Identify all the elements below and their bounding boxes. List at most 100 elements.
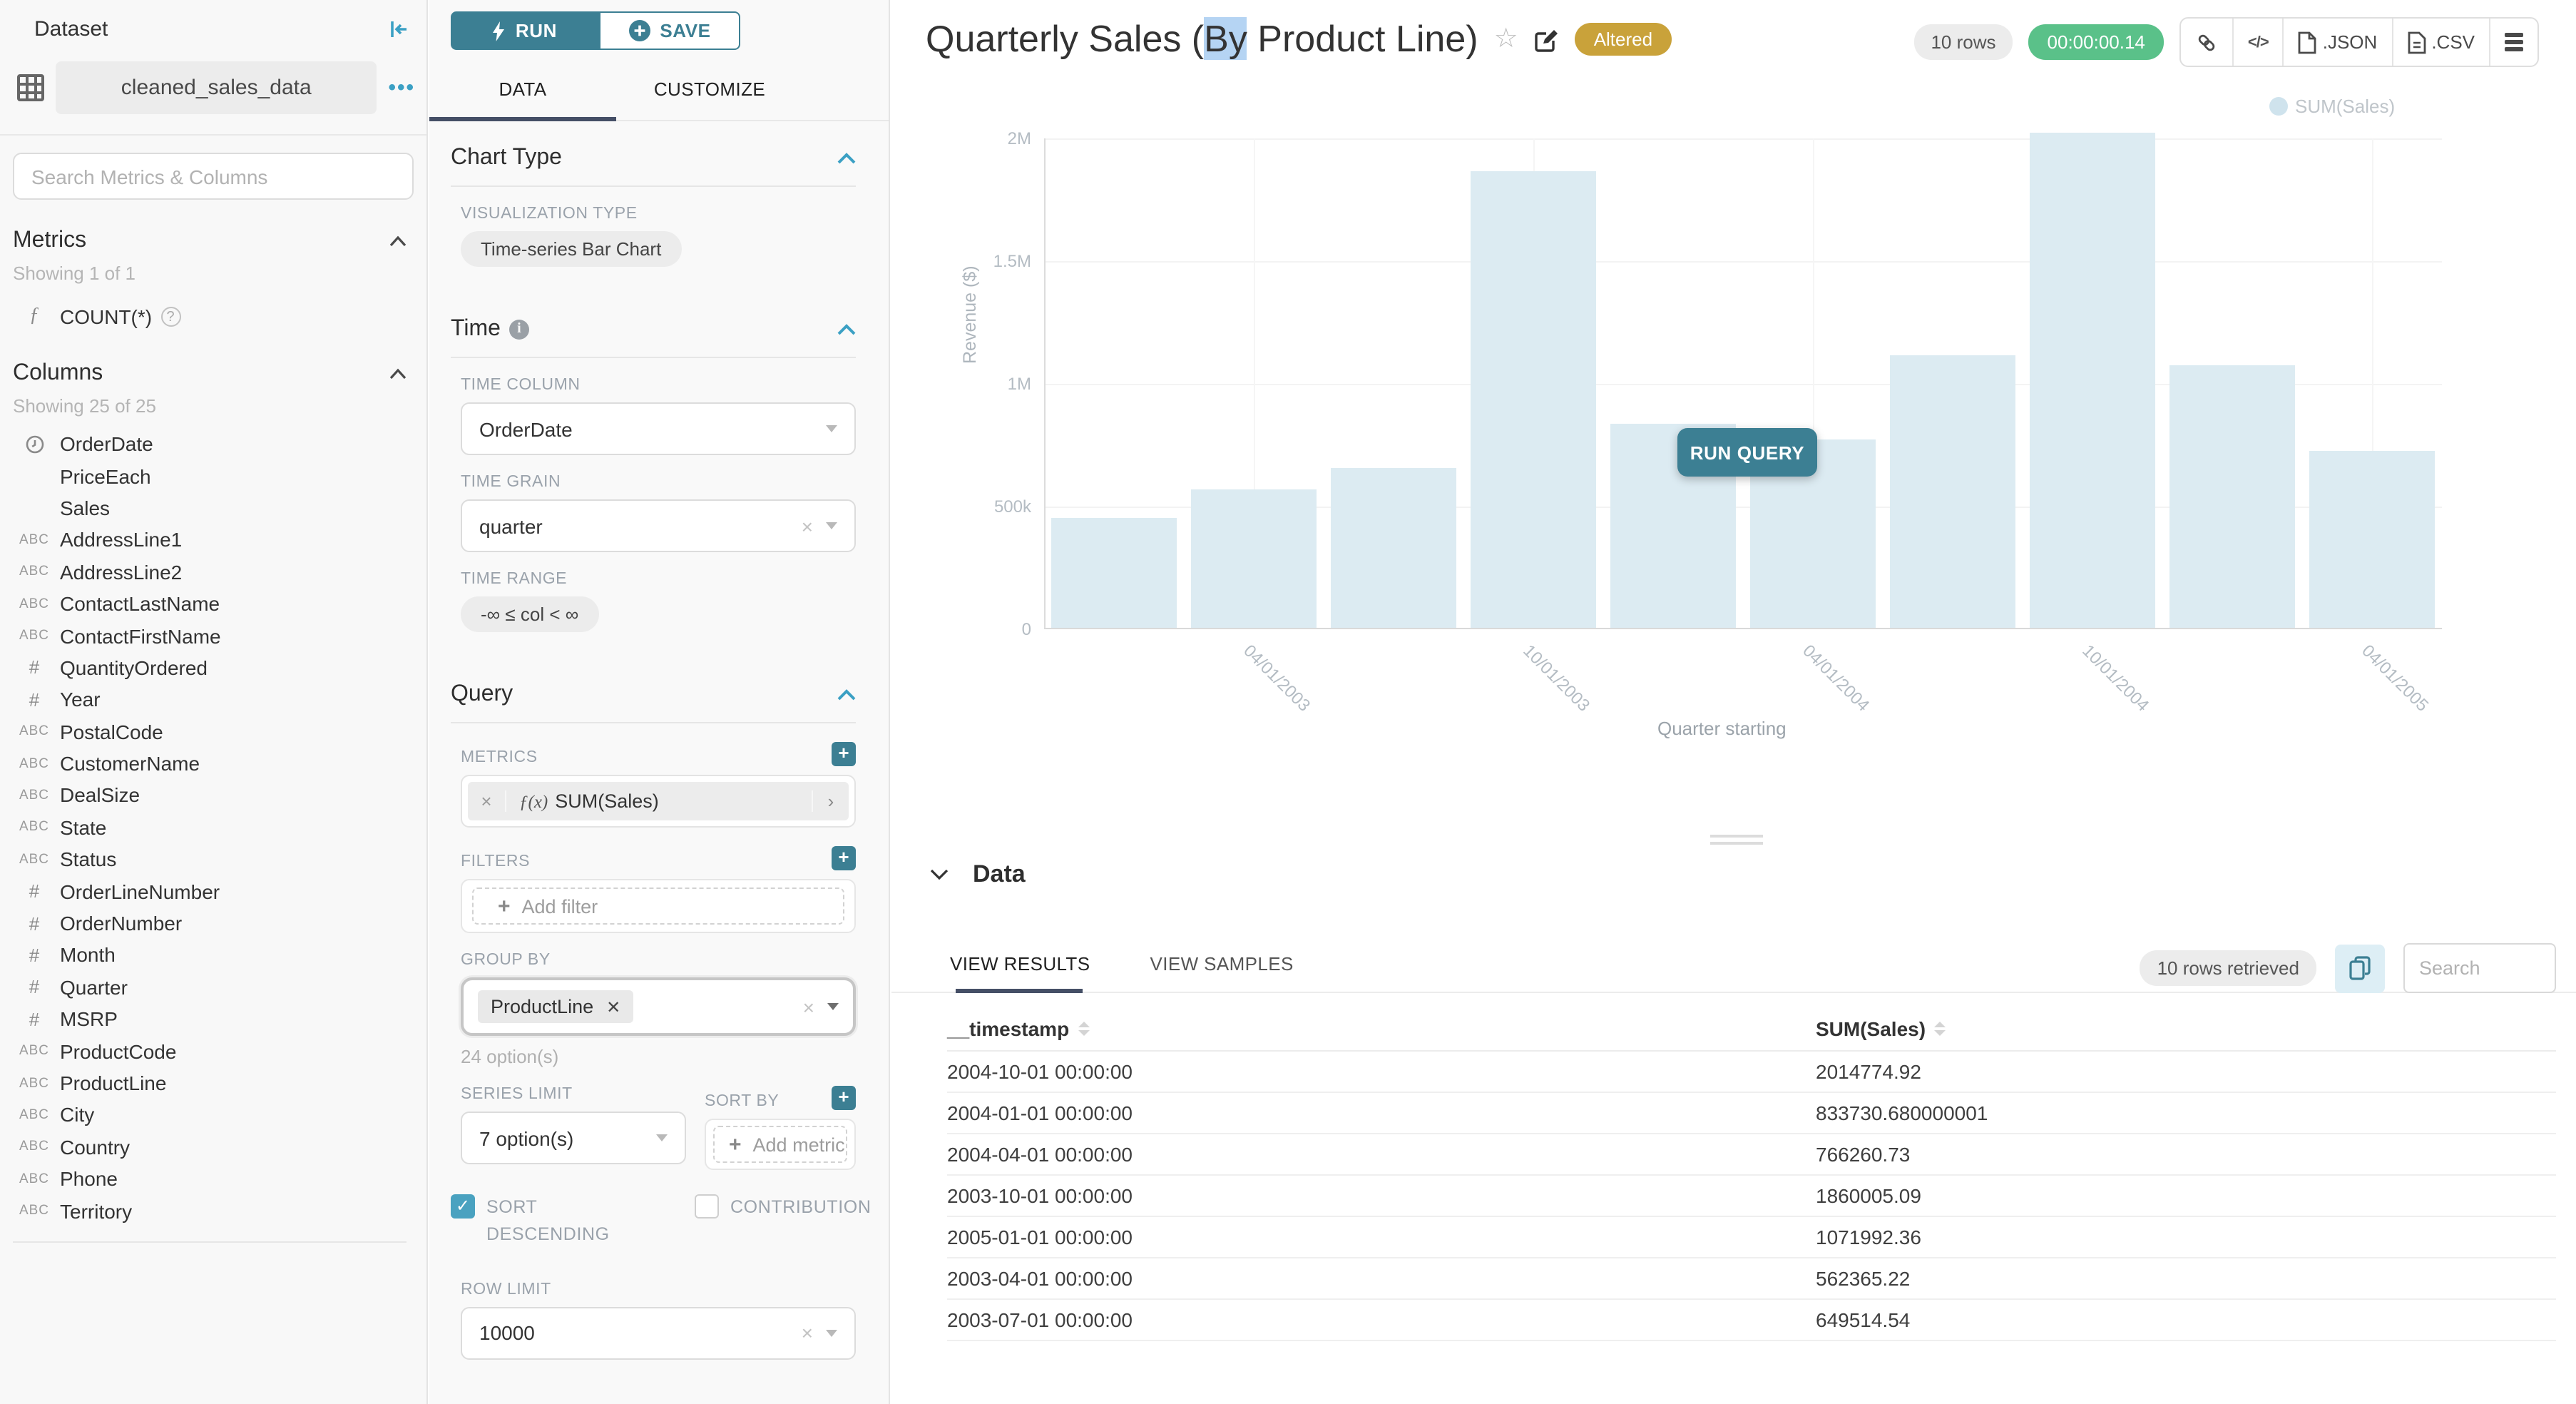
column-header-__timestamp[interactable]: __timestamp (947, 1017, 1816, 1040)
tab-view-results[interactable]: VIEW RESULTS (950, 953, 1090, 975)
results-table-header: __timestampSUM(Sales) (947, 1007, 2556, 1052)
column-item[interactable]: #Year (13, 683, 426, 716)
table-row: 2004-10-01 00:00:002014774.92 (947, 1052, 2556, 1093)
column-header-SUM(Sales)[interactable]: SUM(Sales) (1816, 1017, 2556, 1040)
time-grain-select[interactable]: quarter × (461, 499, 856, 552)
column-item[interactable]: ABCCountry (13, 1131, 426, 1163)
code-icon: </> (2248, 34, 2269, 51)
copy-data-button[interactable] (2335, 944, 2385, 992)
column-item[interactable]: ABCPostalCode (13, 716, 426, 748)
remove-metric-icon[interactable]: × (468, 790, 506, 812)
chevron-right-icon[interactable]: › (812, 790, 849, 812)
clear-icon[interactable]: × (802, 1322, 813, 1345)
columns-title: Columns (13, 361, 103, 387)
number-type-icon: # (13, 945, 56, 966)
remove-chip-icon[interactable]: ✕ (606, 997, 620, 1017)
add-sort-metric-dropzone[interactable]: + Add metric (713, 1126, 847, 1163)
column-item[interactable]: ABCCity (13, 1099, 426, 1131)
export-csv-button[interactable]: .CSV (2393, 19, 2490, 66)
plus-circle-icon (628, 20, 650, 41)
edit-title-icon[interactable] (1534, 26, 1560, 52)
chart-type-section-header[interactable]: Chart Type (451, 121, 856, 187)
column-item[interactable]: ABCProductCode (13, 1035, 426, 1067)
row-limit-select[interactable]: 10000 × (461, 1307, 856, 1360)
column-item[interactable]: ABCState (13, 811, 426, 843)
column-item[interactable]: #OrderLineNumber (13, 875, 426, 907)
search-metrics-columns-input[interactable] (13, 153, 414, 200)
add-filter-dropzone[interactable]: + Add filter (472, 887, 844, 925)
clear-icon[interactable]: × (802, 514, 813, 537)
query-section-header[interactable]: Query (451, 658, 856, 723)
columns-section-header[interactable]: Columns (13, 361, 407, 387)
chart-legend[interactable]: SUM(Sales) (2269, 96, 2395, 117)
metric-pill[interactable]: × ƒ(x)SUM(Sales) › (468, 782, 849, 820)
column-item[interactable]: #OrderNumber (13, 907, 426, 940)
contribution-checkbox[interactable] (695, 1194, 719, 1219)
file-icon (2407, 31, 2426, 54)
chart-title[interactable]: Quarterly Sales (By Product Line) (926, 17, 1478, 61)
column-item[interactable]: PriceEach (13, 460, 426, 492)
tab-customize[interactable]: CUSTOMIZE (616, 56, 803, 120)
clear-icon[interactable]: × (803, 995, 814, 1018)
column-item[interactable]: ABCCustomerName (13, 748, 426, 780)
column-item[interactable]: ABCTerritory (13, 1195, 426, 1227)
add-filter-button[interactable]: + (832, 846, 856, 870)
column-item[interactable]: OrderDate (13, 428, 426, 460)
column-item[interactable]: ABCProductLine (13, 1067, 426, 1099)
column-item[interactable]: ABCContactFirstName (13, 620, 426, 652)
column-item[interactable]: #Month (13, 940, 426, 972)
export-json-button[interactable]: .JSON (2284, 19, 2393, 66)
run-query-button[interactable]: RUN QUERY (1677, 428, 1817, 477)
group-by-chip[interactable]: ProductLine✕ (478, 990, 633, 1023)
column-item[interactable]: #MSRP (13, 1003, 426, 1035)
chart-menu-button[interactable] (2490, 19, 2537, 66)
metrics-section-header[interactable]: Metrics (13, 228, 407, 254)
sort-descending-checkbox[interactable]: ✓ (451, 1194, 475, 1219)
time-range-value[interactable]: -∞ ≤ col < ∞ (461, 596, 598, 632)
column-label: OrderLineNumber (60, 880, 220, 902)
column-item[interactable]: #Quarter (13, 971, 426, 1003)
column-item[interactable]: Sales (13, 492, 426, 524)
column-item[interactable]: ABCPhone (13, 1163, 426, 1195)
table-icon (17, 74, 44, 101)
column-item[interactable]: ABCAddressLine2 (13, 556, 426, 588)
add-metric-button[interactable]: + (832, 742, 856, 766)
share-link-button[interactable] (2181, 19, 2234, 66)
row-count-badge: 10 rows (1913, 24, 2013, 60)
time-column-select[interactable]: OrderDate (461, 402, 856, 455)
column-item[interactable]: #QuantityOrdered (13, 651, 426, 683)
cell-sum-sales: 1071992.36 (1816, 1226, 2556, 1248)
series-limit-select[interactable]: 7 option(s) (461, 1112, 686, 1164)
collapse-panel-icon[interactable] (389, 20, 409, 39)
dataset-menu-icon[interactable]: ••• (388, 76, 415, 100)
cell-timestamp: 2005-01-01 00:00:00 (947, 1226, 1816, 1248)
y-axis-tick: 1.5M (993, 251, 1044, 271)
sort-by-label: SORT BY (705, 1093, 779, 1110)
column-item[interactable]: ABCStatus (13, 843, 426, 875)
tab-data[interactable]: DATA (429, 56, 616, 120)
help-icon[interactable]: ? (160, 307, 180, 327)
viz-type-value[interactable]: Time-series Bar Chart (461, 231, 681, 267)
copy-icon (2349, 956, 2371, 980)
group-by-select[interactable]: ProductLine✕ × (461, 977, 856, 1036)
chevron-down-icon[interactable] (930, 869, 949, 880)
results-table-body: 2004-10-01 00:00:002014774.922004-01-01 … (947, 1052, 2556, 1341)
data-section-title[interactable]: Data (973, 860, 1026, 889)
column-item[interactable]: ABCAddressLine1 (13, 524, 426, 556)
metric-item[interactable]: ƒ COUNT(*) ? (13, 301, 426, 332)
column-item[interactable]: ABCDealSize (13, 780, 426, 812)
dataset-name[interactable]: cleaned_sales_data (56, 61, 377, 114)
table-search-input[interactable] (2403, 943, 2556, 993)
altered-badge[interactable]: Altered (1575, 23, 1671, 56)
view-query-button[interactable]: </> (2234, 19, 2284, 66)
add-sort-metric-button[interactable]: + (832, 1086, 856, 1110)
fx-icon: ƒ(x) (519, 791, 548, 811)
column-item[interactable]: ABCContactLastName (13, 588, 426, 620)
favorite-star-icon[interactable]: ☆ (1494, 23, 1518, 56)
time-section-header[interactable]: Timei (451, 292, 856, 358)
run-button[interactable]: RUN (451, 11, 599, 50)
panel-resize-handle[interactable] (1710, 835, 1763, 850)
tab-view-samples[interactable]: VIEW SAMPLES (1150, 953, 1293, 975)
cell-timestamp: 2003-10-01 00:00:00 (947, 1184, 1816, 1207)
save-button[interactable]: SAVE (599, 11, 740, 50)
